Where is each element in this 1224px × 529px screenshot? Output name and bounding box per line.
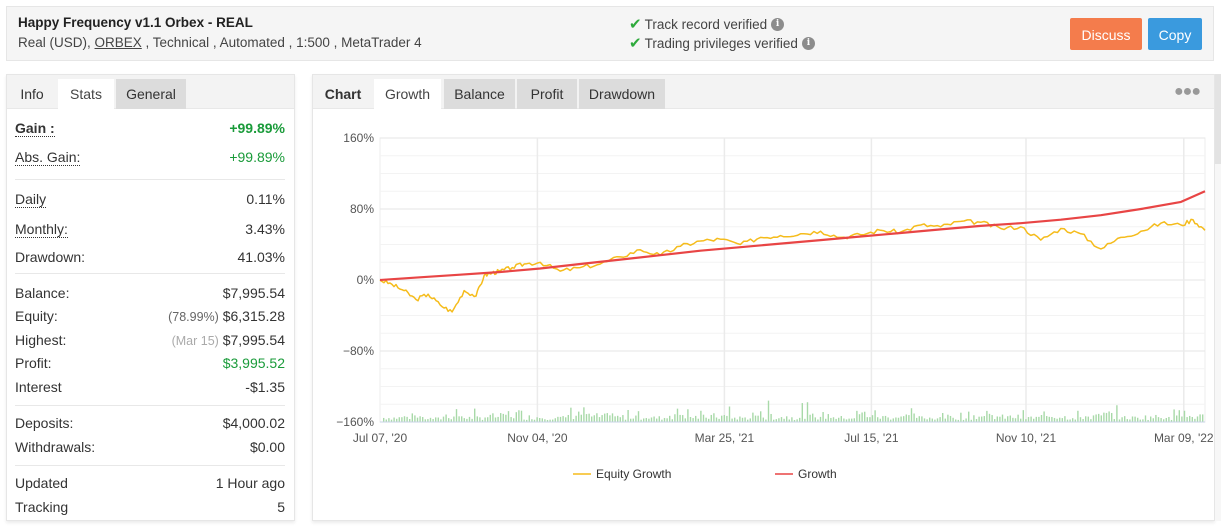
tab-chart[interactable]: Chart: [313, 79, 373, 109]
stat-value: $7,995.54: [222, 332, 285, 348]
stat-abs-gain: Abs. Gain: +99.89%: [15, 149, 285, 169]
stats-panel: Info Stats General Gain : +99.89% Abs. G…: [6, 74, 295, 521]
stat-withdrawals: Withdrawals: $0.00: [15, 439, 285, 459]
divider: [15, 273, 285, 274]
stat-tracking: Tracking 5: [15, 499, 285, 519]
stat-value: +99.89%: [229, 149, 285, 165]
account-type: Real (USD),: [18, 35, 95, 50]
stat-value: $7,995.54: [222, 285, 285, 301]
stat-label: Equity:: [15, 308, 58, 324]
stat-value: 1 Hour ago: [215, 475, 285, 491]
tab-balance[interactable]: Balance: [444, 79, 515, 109]
stat-label[interactable]: Abs. Gain:: [15, 149, 81, 166]
account-subtitle: Real (USD), ORBEX , Technical , Automate…: [18, 35, 422, 50]
broker-link[interactable]: ORBEX: [95, 35, 142, 50]
divider: [15, 465, 285, 466]
info-icon[interactable]: i: [801, 36, 815, 50]
divider: [15, 179, 285, 180]
stat-label[interactable]: Gain :: [15, 120, 55, 137]
info-icon[interactable]: i: [771, 17, 785, 31]
equity-percent: (78.99%): [168, 310, 219, 324]
trading-privileges-verified: ✔ Trading privileges verified i: [629, 34, 815, 52]
chart-panel: Chart Growth Balance Profit Drawdown ●●●: [312, 74, 1215, 521]
tab-growth[interactable]: Growth: [374, 79, 441, 109]
stat-value: $6,315.28: [222, 308, 285, 324]
track-record-label: Track record verified: [644, 16, 768, 32]
more-horizontal-icon[interactable]: ●●●: [1174, 83, 1201, 101]
stat-value-group: (78.99%) $6,315.28: [168, 308, 285, 324]
tab-drawdown[interactable]: Drawdown: [579, 79, 665, 109]
trading-privileges-label: Trading privileges verified: [644, 35, 798, 51]
stat-label: Deposits:: [15, 415, 74, 431]
stat-value: 3.43%: [245, 221, 285, 237]
stat-deposits: Deposits: $4,000.02: [15, 415, 285, 435]
stat-value-group: (Mar 15) $7,995.54: [172, 332, 285, 348]
discuss-button[interactable]: Discuss: [1070, 18, 1142, 50]
stat-value: 41.03%: [237, 249, 285, 265]
stat-drawdown: Drawdown: 41.03%: [15, 249, 285, 269]
stat-balance: Balance: $7,995.54: [15, 285, 285, 305]
stat-highest: Highest: (Mar 15) $7,995.54: [15, 332, 285, 352]
stat-label: Withdrawals:: [15, 439, 96, 455]
stats-tabbar: Info Stats General: [7, 75, 294, 109]
stat-value: 5: [277, 499, 285, 515]
stat-monthly: Monthly: 3.43%: [15, 221, 285, 241]
check-icon: ✔: [629, 16, 642, 33]
stat-gain: Gain : +99.89%: [15, 120, 285, 140]
stat-label: Balance:: [15, 285, 70, 301]
divider: [15, 405, 285, 406]
stat-label: Updated: [15, 475, 68, 491]
stat-value: -$1.35: [245, 379, 285, 395]
stat-label[interactable]: Monthly:: [15, 221, 68, 238]
tab-general[interactable]: General: [116, 79, 186, 109]
chart-tabbar: Chart Growth Balance Profit Drawdown ●●●: [313, 75, 1214, 109]
system-title: Happy Frequency v1.1 Orbex - REAL: [18, 15, 253, 30]
stat-label: Highest:: [15, 332, 67, 348]
track-record-verified: ✔ Track record verified i: [629, 15, 785, 33]
stat-value: $3,995.52: [222, 355, 285, 371]
account-details: , Technical , Automated , 1:500 , MetaTr…: [141, 35, 422, 50]
stat-value: 0.11%: [246, 191, 285, 207]
stat-value: $4,000.02: [222, 415, 285, 431]
tab-stats[interactable]: Stats: [58, 79, 114, 109]
stat-daily: Daily 0.11%: [15, 191, 285, 211]
account-header: Happy Frequency v1.1 Orbex - REAL Real (…: [6, 6, 1214, 61]
check-icon: ✔: [629, 35, 642, 52]
tab-profit[interactable]: Profit: [517, 79, 577, 109]
stat-label: Tracking: [15, 499, 69, 515]
copy-button[interactable]: Copy: [1148, 18, 1202, 50]
stat-interest: Interest -$1.35: [15, 379, 285, 399]
stat-value: +99.89%: [229, 120, 285, 136]
tab-info[interactable]: Info: [7, 79, 57, 109]
stat-equity: Equity: (78.99%) $6,315.28: [15, 308, 285, 328]
stat-label: Interest: [15, 379, 62, 395]
stat-label[interactable]: Daily: [15, 191, 47, 208]
scrollbar-thumb[interactable]: [1215, 74, 1221, 164]
stat-label: Profit:: [15, 355, 52, 371]
stat-value: $0.00: [249, 439, 285, 455]
stat-updated: Updated 1 Hour ago: [15, 475, 285, 495]
highest-date: (Mar 15): [171, 334, 219, 348]
stat-label: Drawdown:: [15, 249, 86, 265]
stat-profit: Profit: $3,995.52: [15, 355, 285, 375]
